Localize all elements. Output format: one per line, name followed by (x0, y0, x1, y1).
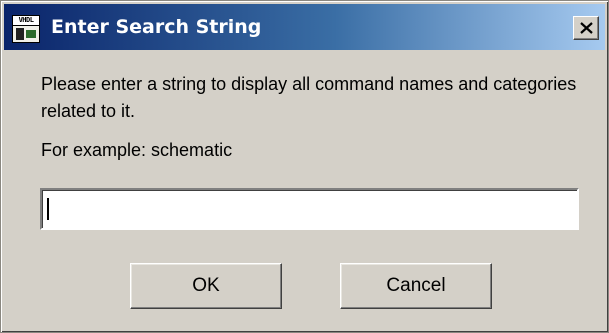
ok-button[interactable]: OK (130, 263, 282, 309)
close-button[interactable] (573, 16, 599, 40)
dialog-window: VHDL Enter Search String Please enter a … (0, 0, 609, 333)
close-icon (580, 22, 593, 34)
app-icon-label: VHDL (13, 16, 39, 26)
text-cursor (47, 198, 49, 220)
window-title: Enter Search String (51, 16, 262, 38)
title-bar[interactable]: VHDL Enter Search String (4, 4, 605, 50)
instruction-text: Please enter a string to display all com… (41, 74, 577, 121)
example-text: For example: schematic (41, 140, 233, 160)
search-input[interactable] (40, 188, 579, 230)
app-icon-shape-a (16, 28, 24, 40)
cancel-button[interactable]: Cancel (340, 263, 492, 309)
app-icon-shape-b (26, 30, 36, 38)
vhdl-app-icon[interactable]: VHDL (12, 15, 40, 43)
